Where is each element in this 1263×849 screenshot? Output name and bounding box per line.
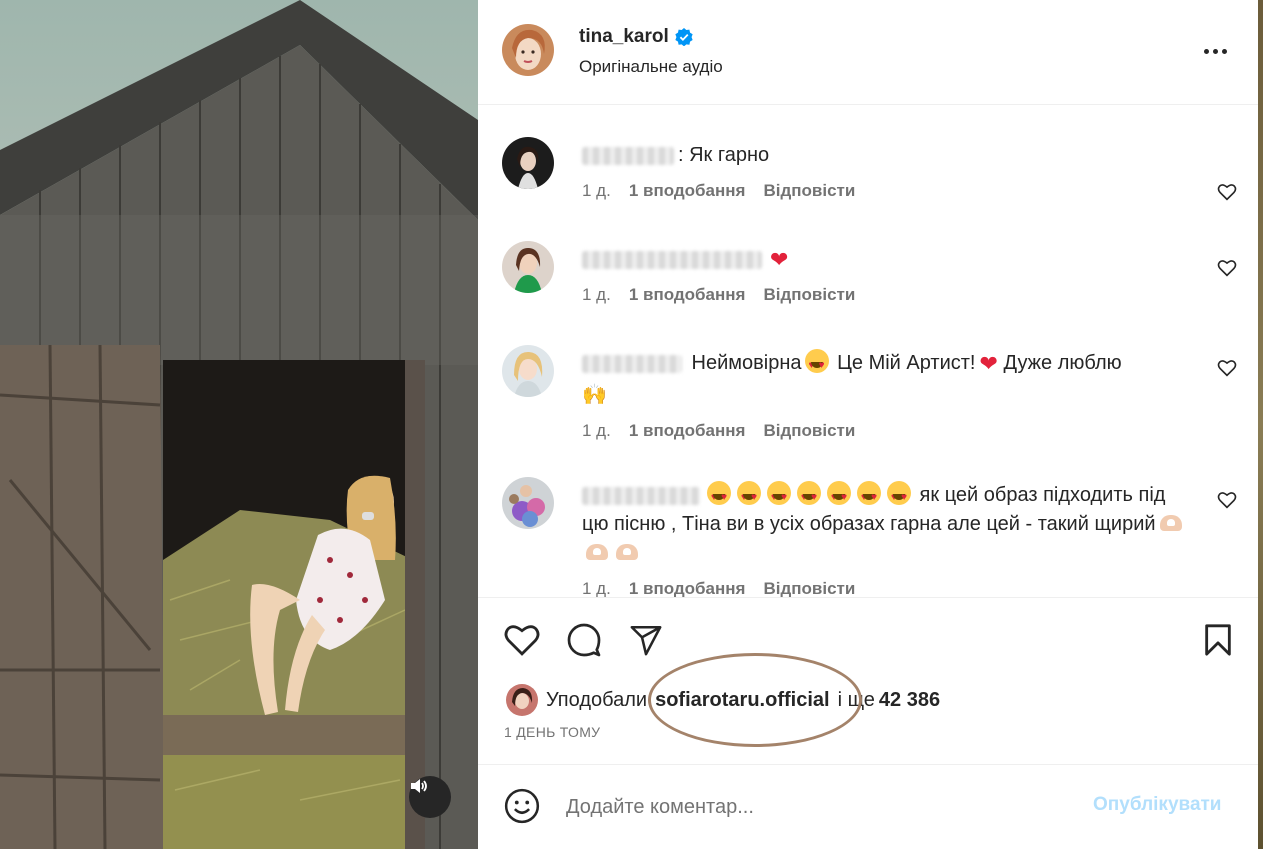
liked-by-prefix: Уподобали	[546, 688, 648, 711]
liked-by-row: Уподобали sofiarotaru.official і ще 42 3…	[506, 684, 940, 716]
redacted-username	[582, 250, 762, 269]
comment-button[interactable]	[564, 620, 604, 660]
comment-time[interactable]: 1 д.	[582, 421, 611, 441]
comment-time[interactable]: 1 д.	[582, 579, 611, 597]
comments-list[interactable]: : Як гарно 1 д. 1 вподобання Відповісти	[478, 105, 1258, 597]
raising-hands-emoji: 🙌	[582, 384, 607, 406]
share-button[interactable]	[626, 620, 666, 660]
publish-button[interactable]: Опублікувати	[1093, 794, 1222, 816]
heart-eyes-emoji	[797, 481, 821, 512]
bookmark-icon	[1205, 624, 1231, 656]
redacted-username	[582, 354, 682, 373]
more-options-icon	[1203, 48, 1209, 54]
emoji-picker-button[interactable]	[502, 786, 542, 826]
comment-meta: 1 д. 1 вподобання Відповісти	[582, 421, 855, 441]
comment-text: Неймовірна Це Мій Артист!❤ Дуже люблю🙌	[582, 349, 1192, 407]
heart-hands-emoji	[586, 544, 608, 560]
commenter-avatar[interactable]	[502, 241, 554, 293]
heart-icon	[1217, 184, 1237, 201]
comment-time[interactable]: 1 д.	[582, 285, 611, 305]
speaker-icon	[411, 779, 427, 793]
comment-like-button[interactable]	[1214, 355, 1240, 381]
heart-eyes-emoji	[827, 481, 851, 512]
comment-likes[interactable]: 1 вподобання	[629, 579, 746, 597]
post-date[interactable]: 1 ДЕНЬ ТОМУ	[504, 724, 600, 740]
heart-eyes-emoji	[887, 481, 911, 512]
comment-likes[interactable]: 1 вподобання	[629, 421, 746, 441]
liker-username-link[interactable]: sofiarotaru.official	[655, 689, 829, 712]
comment-like-button[interactable]	[1214, 255, 1240, 281]
redacted-username	[582, 486, 700, 505]
likes-count[interactable]: 42 386	[879, 689, 940, 712]
heart-eyes-emoji	[857, 481, 881, 512]
heart-icon	[504, 625, 540, 656]
red-heart-emoji: ❤	[770, 247, 789, 272]
more-options-button[interactable]	[1198, 38, 1232, 64]
heart-eyes-emoji	[767, 481, 791, 512]
emoji-icon	[504, 788, 540, 824]
author-username-row[interactable]: tina_karol	[579, 26, 693, 48]
heart-icon	[1217, 360, 1237, 377]
comment-icon	[567, 623, 601, 657]
comment-time[interactable]: 1 д.	[582, 181, 611, 201]
comment-text: : Як гарно	[582, 141, 1192, 170]
author-avatar[interactable]	[502, 24, 554, 76]
red-heart-emoji: ❤	[979, 351, 998, 376]
author-username[interactable]: tina_karol	[579, 26, 669, 48]
heart-icon	[1217, 492, 1237, 509]
comment-meta: 1 д. 1 вподобання Відповісти	[582, 285, 855, 305]
post-media[interactable]	[0, 0, 478, 849]
commenter-avatar[interactable]	[502, 345, 554, 397]
commenter-avatar[interactable]	[502, 137, 554, 189]
comment-like-button[interactable]	[1214, 487, 1240, 513]
reply-button[interactable]: Відповісти	[763, 285, 855, 305]
post-header: tina_karol Оригінальне аудіо	[478, 0, 1258, 105]
heart-eyes-emoji	[804, 349, 829, 380]
redacted-username	[582, 146, 674, 165]
share-icon	[630, 625, 662, 656]
comment-input[interactable]	[564, 788, 1068, 826]
comment-text: як цей образ підходить під цю пісню , Ті…	[582, 481, 1192, 568]
audio-toggle-button[interactable]	[409, 776, 451, 818]
save-button[interactable]	[1198, 620, 1238, 660]
reply-button[interactable]: Відповісти	[763, 579, 855, 597]
heart-eyes-emoji	[707, 481, 731, 512]
comment-composer: Опублікувати	[478, 764, 1258, 849]
reply-button[interactable]: Відповісти	[763, 421, 855, 441]
liked-by-suffix: і ще	[837, 688, 875, 711]
heart-eyes-emoji	[737, 481, 761, 512]
comment-text: ❤	[582, 245, 1192, 274]
commenter-avatar[interactable]	[502, 477, 554, 529]
post-actions: Уподобали sofiarotaru.official і ще 42 3…	[478, 597, 1258, 765]
post-details-panel: tina_karol Оригінальне аудіо : Як гарно …	[478, 0, 1258, 849]
heart-icon	[1217, 260, 1237, 277]
comment-likes[interactable]: 1 вподобання	[629, 181, 746, 201]
audio-label[interactable]: Оригінальне аудіо	[579, 57, 723, 77]
heart-hands-emoji	[1159, 515, 1182, 531]
liker-avatar[interactable]	[506, 684, 538, 716]
comment-meta: 1 д. 1 вподобання Відповісти	[582, 579, 855, 597]
like-button[interactable]	[502, 620, 542, 660]
barn-photo	[0, 0, 478, 849]
verified-badge-icon	[675, 28, 693, 46]
reply-button[interactable]: Відповісти	[763, 181, 855, 201]
heart-hands-emoji	[616, 544, 638, 560]
comment-likes[interactable]: 1 вподобання	[629, 285, 746, 305]
comment-like-button[interactable]	[1214, 179, 1240, 205]
comment-meta: 1 д. 1 вподобання Відповісти	[582, 181, 855, 201]
background-edge	[1258, 0, 1263, 849]
